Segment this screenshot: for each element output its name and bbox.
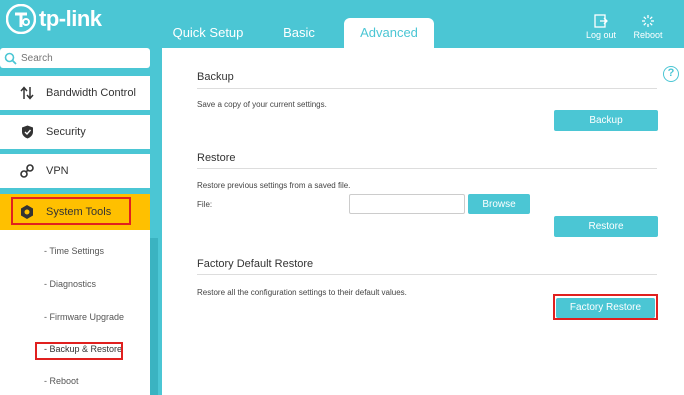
divider (197, 274, 657, 275)
browse-button[interactable]: Browse (468, 194, 530, 214)
tab-advanced[interactable]: Advanced (344, 18, 434, 48)
restore-description: Restore previous settings from a saved f… (197, 181, 351, 190)
logout-label: Log out (585, 30, 617, 40)
main-content: ? Backup Save a copy of your current set… (162, 48, 684, 395)
highlight-box (11, 197, 131, 225)
sidebar-item-label: VPN (46, 165, 69, 177)
submenu-item-diagnostics[interactable]: - Diagnostics (44, 279, 96, 289)
top-header: tp-link Quick Setup Basic Advanced Log o… (0, 0, 684, 48)
tp-link-logo: tp-link (6, 4, 102, 34)
backup-description: Save a copy of your current settings. (197, 100, 327, 109)
search-input[interactable] (21, 52, 141, 64)
factory-title: Factory Default Restore (197, 258, 314, 270)
sidebar-item-security[interactable]: Security (0, 115, 150, 149)
submenu-item-time-settings[interactable]: - Time Settings (44, 246, 104, 256)
backup-title: Backup (197, 71, 234, 83)
tab-quick-setup[interactable]: Quick Setup (170, 18, 246, 48)
help-icon[interactable]: ? (663, 66, 679, 82)
sidebar-item-bandwidth-control[interactable]: Bandwidth Control (0, 76, 150, 110)
brand-name: tp-link (39, 6, 102, 31)
file-path-input[interactable] (349, 194, 465, 214)
shield-icon (18, 123, 36, 141)
backup-button[interactable]: Backup (554, 110, 658, 131)
sidebar-scrollbar[interactable] (150, 238, 158, 395)
vpn-icon (18, 162, 36, 180)
logout-button[interactable]: Log out (581, 14, 621, 40)
highlight-box: Factory Restore (553, 294, 658, 320)
system-tools-submenu: - Time Settings - Diagnostics - Firmware… (0, 230, 150, 395)
arrows-updown-icon (18, 84, 36, 102)
sidebar-item-vpn[interactable]: VPN (0, 154, 150, 188)
submenu-item-firmware-upgrade[interactable]: - Firmware Upgrade (44, 312, 124, 322)
sidebar: Bandwidth Control Security VPN (0, 48, 162, 395)
reboot-button[interactable]: Reboot (628, 14, 668, 40)
file-label: File: (197, 200, 213, 209)
sidebar-item-label: Security (46, 126, 86, 138)
reboot-label: Reboot (633, 30, 663, 40)
reboot-icon (642, 15, 654, 27)
restore-button[interactable]: Restore (554, 216, 658, 237)
logout-icon (594, 14, 608, 28)
divider (197, 168, 657, 169)
tp-link-logo-icon (6, 4, 36, 34)
search-box[interactable] (0, 48, 150, 68)
sidebar-item-label: Bandwidth Control (46, 87, 136, 99)
restore-title: Restore (197, 152, 236, 164)
search-icon (4, 52, 17, 65)
highlight-box (35, 342, 123, 360)
tab-basic[interactable]: Basic (275, 18, 323, 48)
divider (197, 88, 657, 89)
factory-restore-button[interactable]: Factory Restore (556, 298, 655, 318)
submenu-item-reboot[interactable]: - Reboot (44, 376, 79, 386)
sidebar-item-system-tools[interactable]: System Tools (0, 194, 150, 230)
factory-description: Restore all the configuration settings t… (197, 288, 407, 297)
